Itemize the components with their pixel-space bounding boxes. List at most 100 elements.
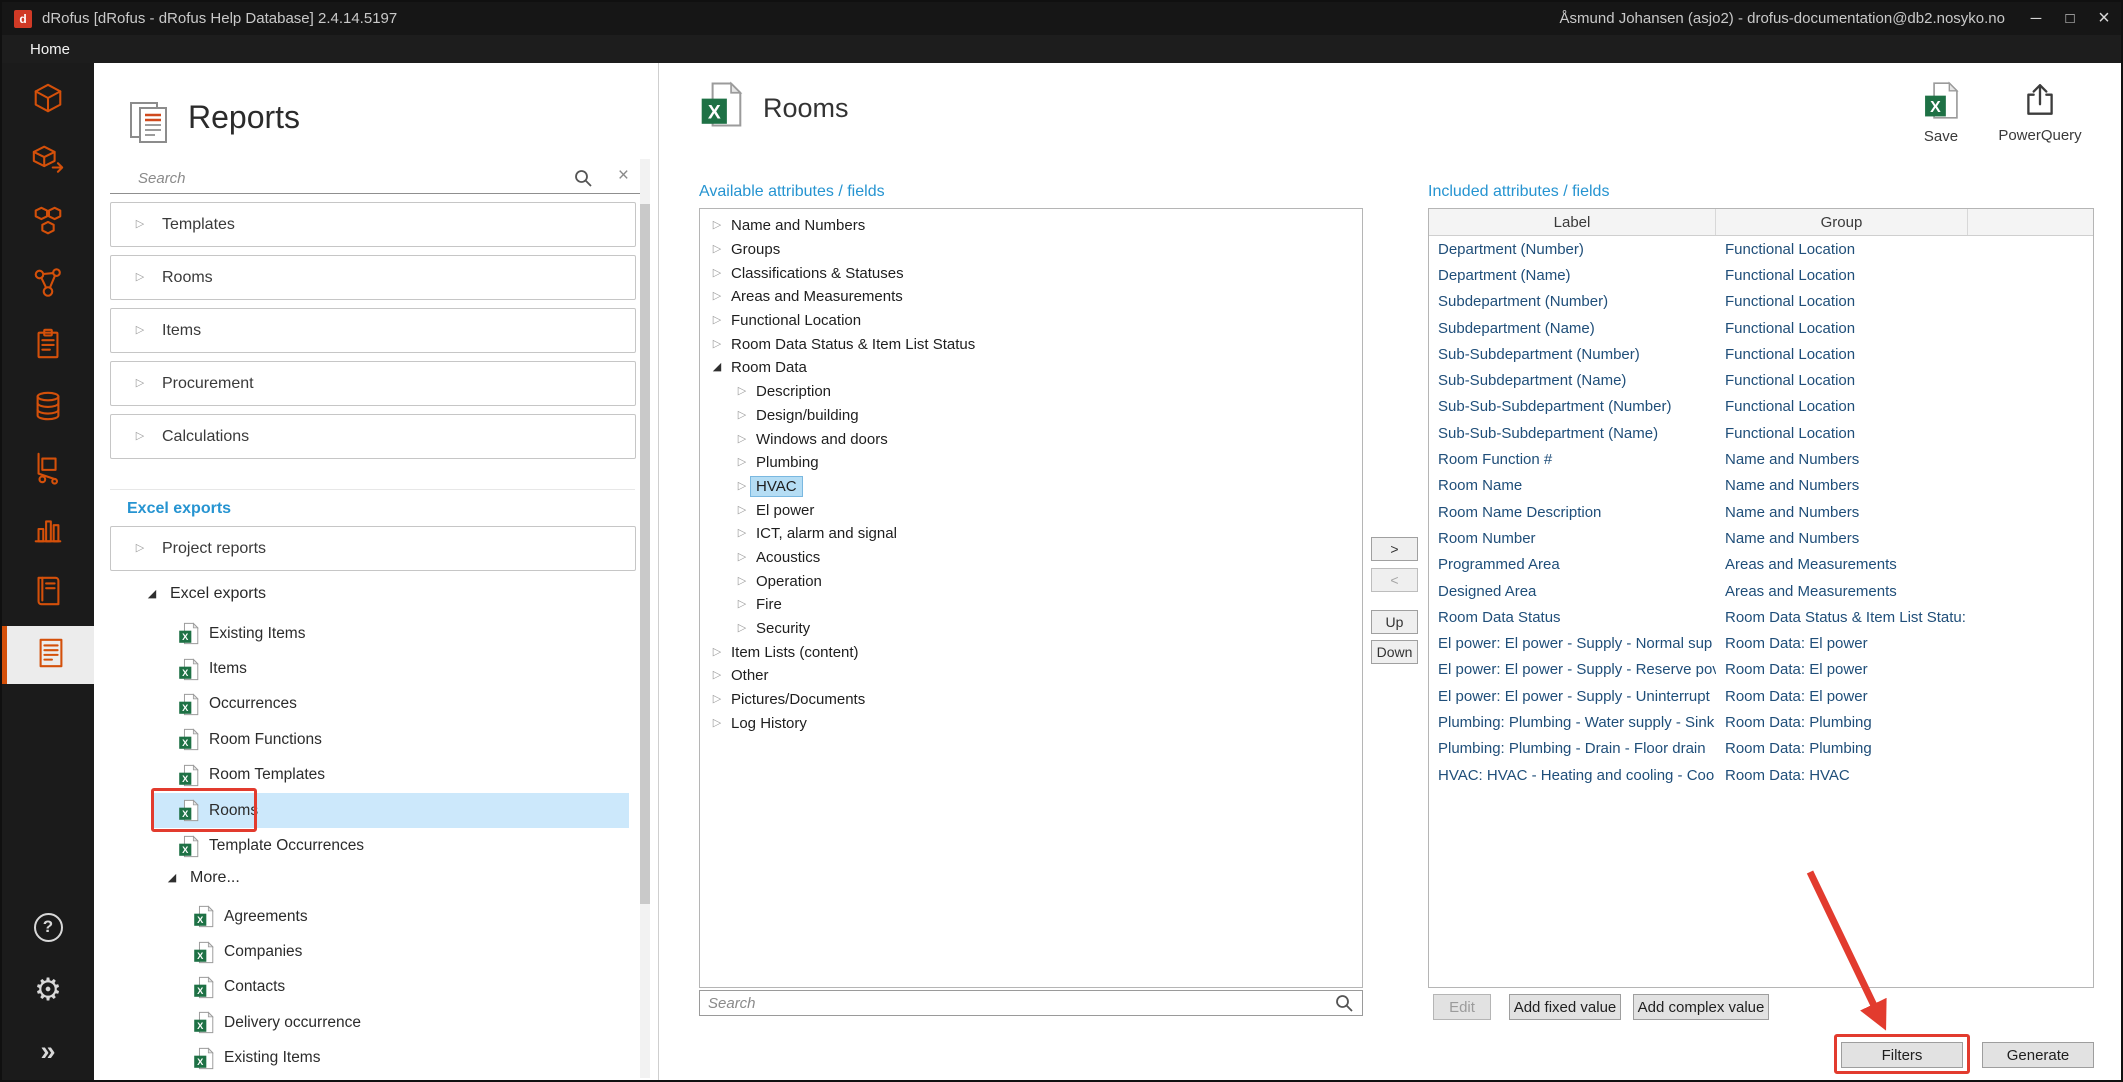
- tree-item-room-data[interactable]: ◢Room Data: [700, 356, 1362, 380]
- table-row[interactable]: El power: El power - Supply - Reserve po…: [1429, 657, 2093, 683]
- report-item-existing-items[interactable]: XExisting Items: [154, 616, 629, 651]
- tree-item-pictures-documents[interactable]: ▷Pictures/Documents: [700, 688, 1362, 712]
- tree-item-acoustics[interactable]: ▷Acoustics: [700, 546, 1362, 570]
- table-row[interactable]: Room Function #Name and Numbers: [1429, 446, 2093, 472]
- move-down-button[interactable]: Down: [1371, 640, 1418, 664]
- chevron-collapsed-icon[interactable]: ▷: [708, 244, 726, 255]
- chevron-collapsed-icon[interactable]: ▷: [733, 623, 751, 634]
- table-row[interactable]: Sub-Subdepartment (Name)Functional Locat…: [1429, 367, 2093, 393]
- table-row[interactable]: Subdepartment (Name)Functional Location: [1429, 315, 2093, 341]
- tree-item-log-history[interactable]: ▷Log History: [700, 711, 1362, 735]
- table-row[interactable]: El power: El power - Supply - Uninterrup…: [1429, 683, 2093, 709]
- table-row[interactable]: Subdepartment (Number)Functional Locatio…: [1429, 289, 2093, 315]
- chevron-collapsed-icon[interactable]: ▷: [733, 410, 751, 421]
- report-item-rooms[interactable]: XRooms: [154, 793, 629, 828]
- report-category-project-reports[interactable]: ▷ Project reports: [110, 526, 636, 571]
- tree-item-windows-and-doors[interactable]: ▷Windows and doors: [700, 427, 1362, 451]
- maximize-button[interactable]: □: [2053, 2, 2087, 35]
- table-row[interactable]: Sub-Sub-Subdepartment (Number)Functional…: [1429, 394, 2093, 420]
- column-header-label[interactable]: Label: [1429, 209, 1716, 235]
- table-row[interactable]: Department (Name)Functional Location: [1429, 262, 2093, 288]
- chevron-collapsed-icon[interactable]: ▷: [708, 339, 726, 350]
- table-row[interactable]: Room Data StatusRoom Data Status & Item …: [1429, 604, 2093, 630]
- module-button-chart[interactable]: [2, 503, 94, 561]
- table-row[interactable]: Room NumberName and Numbers: [1429, 525, 2093, 551]
- minimize-button[interactable]: ─: [2019, 2, 2053, 35]
- module-button-cubes[interactable]: [2, 194, 94, 252]
- tree-item-other[interactable]: ▷Other: [700, 664, 1362, 688]
- report-item-contacts[interactable]: XContacts: [154, 970, 629, 1005]
- report-item-delivery-occurrence[interactable]: XDelivery occurrence: [154, 1005, 629, 1040]
- powerquery-button[interactable]: PowerQuery: [1999, 81, 2081, 144]
- chevron-collapsed-icon[interactable]: ▷: [733, 552, 751, 563]
- tree-item-el-power[interactable]: ▷El power: [700, 498, 1362, 522]
- add-complex-value-button[interactable]: Add complex value: [1633, 994, 1769, 1020]
- report-item-items[interactable]: XItems: [154, 651, 629, 686]
- chevron-collapsed-icon[interactable]: ▷: [708, 291, 726, 302]
- tree-item-groups[interactable]: ▷Groups: [700, 238, 1362, 262]
- table-row[interactable]: El power: El power - Supply - Normal sup…: [1429, 630, 2093, 656]
- report-item-room-templates[interactable]: XRoom Templates: [154, 758, 629, 793]
- sidebar-expand-button[interactable]: »: [2, 1025, 94, 1077]
- table-row[interactable]: Plumbing: Plumbing - Water supply - Sink…: [1429, 709, 2093, 735]
- chevron-collapsed-icon[interactable]: ▷: [708, 694, 726, 705]
- chevron-collapsed-icon[interactable]: ▷: [708, 670, 726, 681]
- table-row[interactable]: HVAC: HVAC - Heating and cooling - CooRo…: [1429, 762, 2093, 788]
- module-button-cube[interactable]: [2, 71, 94, 129]
- chevron-collapsed-icon[interactable]: ▷: [733, 576, 751, 587]
- search-icon[interactable]: [1334, 993, 1354, 1013]
- module-button-trolley[interactable]: [2, 441, 94, 499]
- module-button-reports[interactable]: [2, 626, 94, 684]
- report-item-template-occurrences[interactable]: XTemplate Occurrences: [154, 828, 629, 863]
- save-button[interactable]: X Save: [1911, 81, 1971, 145]
- module-button-database[interactable]: [2, 380, 94, 438]
- report-item-room-functions[interactable]: XRoom Functions: [154, 722, 629, 757]
- remove-attribute-button[interactable]: <: [1371, 568, 1418, 592]
- chevron-collapsed-icon[interactable]: ▷: [708, 647, 726, 658]
- module-button-book[interactable]: [2, 565, 94, 623]
- tree-item-fire[interactable]: ▷Fire: [700, 593, 1362, 617]
- chevron-collapsed-icon[interactable]: ▷: [733, 528, 751, 539]
- report-category-items[interactable]: ▷Items: [110, 308, 636, 353]
- table-row[interactable]: Department (Number)Functional Location: [1429, 236, 2093, 262]
- table-row[interactable]: Plumbing: Plumbing - Drain - Floor drain…: [1429, 736, 2093, 762]
- chevron-collapsed-icon[interactable]: ▷: [733, 457, 751, 468]
- tree-item-item-lists-content[interactable]: ▷Item Lists (content): [700, 640, 1362, 664]
- tree-search-input[interactable]: [700, 995, 1334, 1012]
- sidebar-gear-button[interactable]: ⚙: [2, 963, 94, 1015]
- tree-item-operation[interactable]: ▷Operation: [700, 569, 1362, 593]
- module-button-cube-arrow[interactable]: [2, 133, 94, 191]
- table-row[interactable]: Sub-Subdepartment (Number)Functional Loc…: [1429, 341, 2093, 367]
- tree-item-ict-alarm-and-signal[interactable]: ▷ICT, alarm and signal: [700, 522, 1362, 546]
- report-category-procurement[interactable]: ▷Procurement: [110, 361, 636, 406]
- chevron-expanded-icon[interactable]: ◢: [708, 362, 726, 373]
- more-group-toggle[interactable]: ◢ More...: [163, 869, 240, 887]
- chevron-collapsed-icon[interactable]: ▷: [733, 481, 751, 492]
- module-button-clipboard[interactable]: [2, 318, 94, 376]
- filters-button[interactable]: Filters: [1841, 1042, 1963, 1068]
- table-row[interactable]: Designed AreaAreas and Measurements: [1429, 578, 2093, 604]
- add-attribute-button[interactable]: >: [1371, 537, 1418, 561]
- module-button-network[interactable]: [2, 256, 94, 314]
- chevron-collapsed-icon[interactable]: ▷: [733, 434, 751, 445]
- reports-search-input[interactable]: [138, 165, 568, 191]
- report-item-agreements[interactable]: XAgreements: [154, 899, 629, 934]
- add-fixed-value-button[interactable]: Add fixed value: [1509, 994, 1621, 1020]
- report-item-companies[interactable]: XCompanies: [154, 934, 629, 969]
- tree-item-security[interactable]: ▷Security: [700, 617, 1362, 641]
- panel-scrollbar[interactable]: [640, 159, 650, 1078]
- tree-item-design-building[interactable]: ▷Design/building: [700, 404, 1362, 428]
- tree-item-classifications-statuses[interactable]: ▷Classifications & Statuses: [700, 261, 1362, 285]
- report-category-rooms[interactable]: ▷Rooms: [110, 255, 636, 300]
- tree-item-description[interactable]: ▷Description: [700, 380, 1362, 404]
- table-row[interactable]: Room NameName and Numbers: [1429, 473, 2093, 499]
- report-category-calculations[interactable]: ▷Calculations: [110, 414, 636, 459]
- clear-search-icon[interactable]: ×: [618, 165, 629, 187]
- sidebar-help-button[interactable]: ?: [2, 901, 94, 953]
- move-up-button[interactable]: Up: [1371, 610, 1418, 634]
- chevron-collapsed-icon[interactable]: ▷: [708, 718, 726, 729]
- close-button[interactable]: ×: [2087, 2, 2121, 35]
- excel-exports-group-toggle[interactable]: ◢ Excel exports: [143, 585, 266, 603]
- chevron-collapsed-icon[interactable]: ▷: [733, 599, 751, 610]
- tree-item-plumbing[interactable]: ▷Plumbing: [700, 451, 1362, 475]
